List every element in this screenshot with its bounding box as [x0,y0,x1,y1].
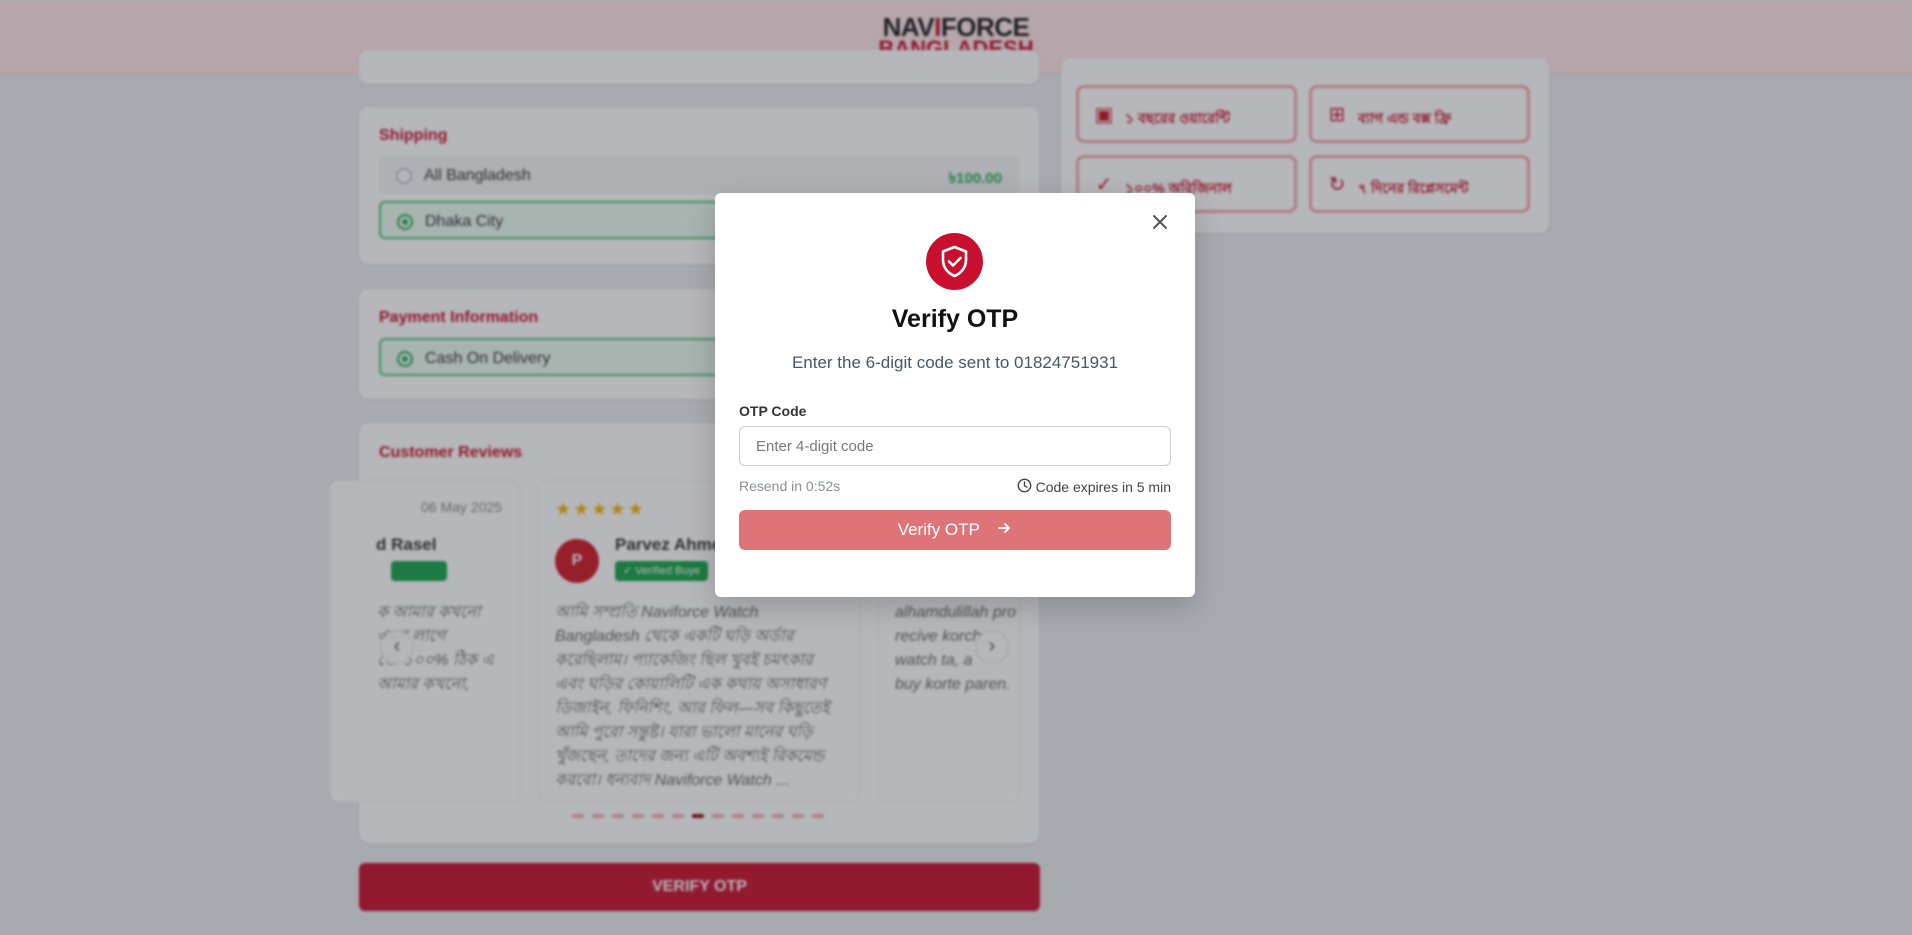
shield-check-icon [926,233,983,290]
arrow-right-icon [996,511,1012,551]
clock-icon [1017,478,1032,496]
verify-otp-button-label: Verify OTP [897,520,980,539]
close-icon[interactable] [1147,209,1173,235]
code-expiry-text: Code expires in 5 min [1035,479,1171,495]
otp-input[interactable] [739,426,1171,466]
otp-field-label: OTP Code [739,403,807,419]
verify-otp-modal: Verify OTP Enter the 6-digit code sent t… [715,193,1195,597]
modal-title: Verify OTP [891,305,1019,333]
code-expiry: Code expires in 5 min [1017,478,1171,496]
modal-subtitle: Enter the 6-digit code sent to 018247519… [791,353,1119,372]
resend-timer: Resend in 0:52s [739,478,841,494]
verify-otp-button[interactable]: Verify OTP [739,510,1171,550]
